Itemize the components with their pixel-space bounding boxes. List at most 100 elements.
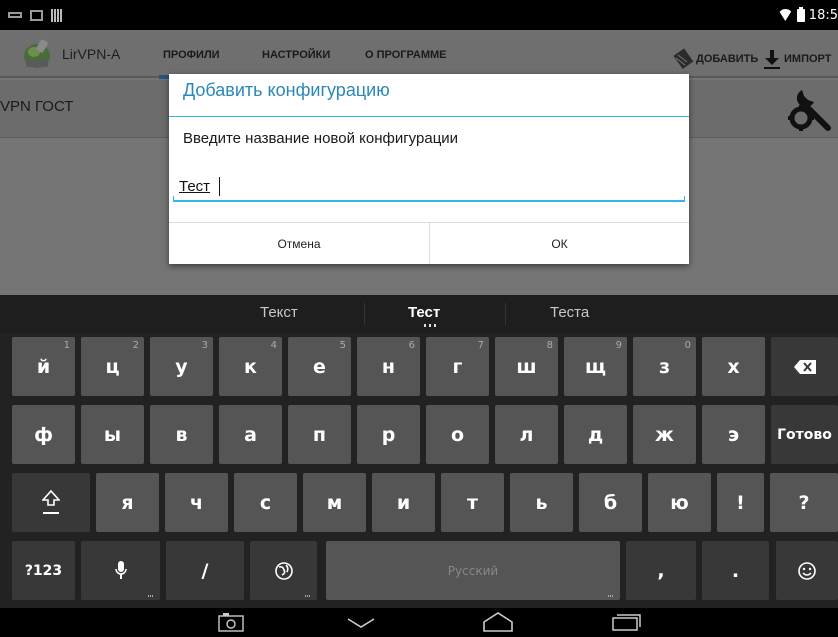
key-row1[interactable]: ш8 [495,337,558,396]
key-label: ц [105,355,120,378]
key-hint: 8 [546,340,553,351]
key-hint: 1 [63,340,70,351]
key-row2[interactable]: в [150,405,213,464]
period-key[interactable]: . [702,541,769,600]
key-row3[interactable]: ь [510,473,573,532]
import-button[interactable]: ИМПОРТ [762,48,831,70]
key-row1[interactable]: г7 [426,337,489,396]
key-row2[interactable]: л [495,405,558,464]
key-hint: 9 [615,340,622,351]
backspace-key[interactable] [771,337,838,396]
battery-icon [796,6,805,22]
image-icon [30,9,43,21]
key-label: ш [516,355,537,378]
suggestion-left[interactable]: Текст [260,304,298,321]
tab-settings[interactable]: НАСТРОЙКИ [262,49,330,61]
key-label: н [381,355,396,378]
download-icon [764,50,780,69]
add-button[interactable]: ДОБАВИТЬ [672,48,758,70]
key-row2[interactable]: ж [633,405,696,464]
key-row2[interactable]: о [426,405,489,464]
language-key[interactable] [250,541,317,600]
key-row3[interactable]: ч [165,473,228,532]
config-name-input[interactable]: Тест [173,174,685,204]
key-row2[interactable]: э [702,405,765,464]
ok-button[interactable]: ОК [429,223,689,264]
space-key[interactable]: Русский [326,541,620,600]
suggestion-more-dots [424,324,438,327]
key-row2[interactable]: п [288,405,351,464]
camera-icon[interactable] [218,613,244,632]
key-row2[interactable]: д [564,405,627,464]
back-chevron-down-icon[interactable] [346,617,376,629]
key-row3[interactable]: т [441,473,504,532]
recent-apps-icon[interactable] [612,613,642,631]
suggestion-center[interactable]: Тест [408,304,440,321]
home-icon[interactable] [482,612,514,632]
space-key-label: Русский [447,563,499,578]
key-label: у [175,355,188,378]
key-label: х [727,355,740,378]
key-row2[interactable]: а [219,405,282,464]
dialog-title-divider [169,116,689,117]
key-row3[interactable]: м [303,473,366,532]
key-row2[interactable]: р [357,405,420,464]
voice-input-key[interactable] [81,541,160,600]
key-hint: 7 [477,340,484,351]
emoji-key[interactable] [776,541,838,600]
symbols-key[interactable]: ?123 [12,541,75,600]
suggestion-separator [505,303,506,325]
key-row3[interactable]: ! [717,473,764,532]
key-row1[interactable]: у3 [150,337,213,396]
key-hint: 5 [339,340,346,351]
key-hint: 2 [132,340,139,351]
suggestion-right[interactable]: Теста [550,304,589,321]
wifi-icon [778,9,793,21]
key-row3[interactable]: с [234,473,297,532]
key-label: щ [584,355,606,378]
key-row1[interactable]: з0 [633,337,696,396]
shift-key[interactable] [12,473,90,532]
key-row3[interactable]: б [579,473,642,532]
key-row3[interactable]: ? [770,473,838,532]
key-hint: 4 [270,340,277,351]
key-row1[interactable]: ц2 [81,337,144,396]
profile-name: VPN ГОСТ [0,98,74,115]
smiley-icon [798,561,816,580]
navigation-bar [0,608,838,637]
status-bar: 18:5 [0,0,838,30]
comma-key[interactable]: , [626,541,696,600]
done-key[interactable]: Готово [771,405,838,464]
key-row1[interactable]: х [702,337,765,396]
key-row1[interactable]: к4 [219,337,282,396]
backspace-icon [793,359,816,374]
dialog-message: Введите название новой конфигурации [183,130,459,147]
more-dots [608,595,614,597]
add-button-label: ДОБАВИТЬ [696,53,759,65]
key-row3[interactable]: ю [648,473,711,532]
key-label: г [452,355,463,378]
add-document-icon [673,48,694,69]
tools-icon[interactable] [786,86,834,132]
key-row2[interactable]: ы [81,405,144,464]
dialog-button-bar: Отмена ОК [169,222,689,264]
tab-profiles[interactable]: ПРОФИЛИ [159,49,224,79]
tab-about[interactable]: О ПРОГРАММЕ [365,49,446,61]
key-row3[interactable]: я [96,473,159,532]
app-logo-icon [24,39,50,68]
key-row1[interactable]: е5 [288,337,351,396]
key-row1[interactable]: щ9 [564,337,627,396]
suggestion-separator [364,303,365,325]
input-underline [173,196,685,202]
key-row1[interactable]: н6 [357,337,420,396]
key-row3[interactable]: и [372,473,435,532]
microphone-icon [114,560,127,579]
cancel-button[interactable]: Отмена [169,223,429,264]
slash-key[interactable]: / [166,541,244,600]
key-row2[interactable]: ф [12,405,75,464]
key-label: к [244,355,257,378]
status-right: 18:5 [778,6,838,24]
key-row1[interactable]: й1 [12,337,75,396]
status-left-icons [8,8,62,22]
suggestion-strip: Текст Тест Теста [0,295,838,333]
